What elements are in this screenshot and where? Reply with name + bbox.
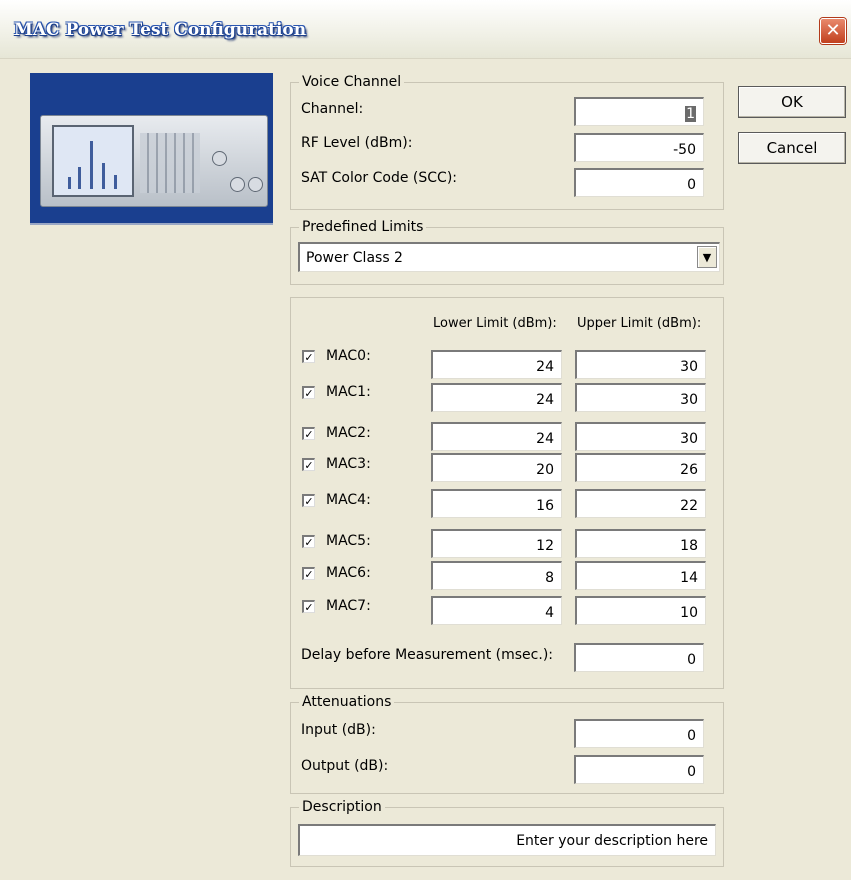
rf-level-input[interactable]: -50 xyxy=(574,133,704,162)
mac7-lower-input[interactable]: 4 xyxy=(431,596,562,625)
input-attenuation-label: Input (dB): xyxy=(301,722,376,738)
mac0-lower-input[interactable]: 24 xyxy=(431,350,562,379)
title-bar: MAC Power Test Configuration ✕ xyxy=(0,0,851,59)
mac2-upper-input[interactable]: 30 xyxy=(575,422,706,451)
mac6-upper-input[interactable]: 14 xyxy=(575,561,706,590)
upper-limit-header: Upper Limit (dBm): xyxy=(577,316,702,331)
predefined-limits-select[interactable]: Power Class 2 ▼ xyxy=(298,242,720,272)
mac1-upper-input[interactable]: 30 xyxy=(575,383,706,412)
check-icon: ✓ xyxy=(304,495,314,508)
mac7-upper-input[interactable]: 10 xyxy=(575,596,706,625)
instrument-screen xyxy=(52,125,134,197)
channel-input[interactable]: 1 xyxy=(574,97,704,126)
mac1-label: MAC1: xyxy=(326,384,371,400)
mac3-lower-input[interactable]: 20 xyxy=(431,453,562,482)
check-icon: ✓ xyxy=(304,536,314,549)
description-input[interactable]: Enter your description here xyxy=(298,824,716,856)
mac0-checkbox[interactable]: ✓ xyxy=(302,350,315,363)
input-attenuation-input[interactable]: 0 xyxy=(574,719,704,748)
check-icon: ✓ xyxy=(304,428,314,441)
voice-channel-legend: Voice Channel xyxy=(299,73,405,91)
ok-button[interactable]: OK xyxy=(738,86,846,118)
mac1-checkbox[interactable]: ✓ xyxy=(302,386,315,399)
mac4-upper-input[interactable]: 22 xyxy=(575,489,706,518)
mac1-lower-input[interactable]: 24 xyxy=(431,383,562,412)
mac7-label: MAC7: xyxy=(326,598,371,614)
predefined-limits-value: Power Class 2 xyxy=(306,250,403,266)
mac6-checkbox[interactable]: ✓ xyxy=(302,567,315,580)
output-attenuation-input[interactable]: 0 xyxy=(574,755,704,784)
check-icon: ✓ xyxy=(304,459,314,472)
instrument-knob xyxy=(212,151,227,166)
check-icon: ✓ xyxy=(304,568,314,581)
check-icon: ✓ xyxy=(304,387,314,400)
mac4-label: MAC4: xyxy=(326,492,371,508)
mac5-upper-input[interactable]: 18 xyxy=(575,529,706,558)
instrument-knob xyxy=(248,177,263,192)
chevron-down-icon[interactable]: ▼ xyxy=(697,246,717,268)
mac2-checkbox[interactable]: ✓ xyxy=(302,427,315,440)
check-icon: ✓ xyxy=(304,601,314,614)
instrument-image xyxy=(30,73,273,225)
channel-label: Channel: xyxy=(301,101,364,117)
delay-label: Delay before Measurement (msec.): xyxy=(301,647,553,663)
check-icon: ✓ xyxy=(304,351,314,364)
ok-button-label: OK xyxy=(781,93,803,111)
close-icon: ✕ xyxy=(825,20,841,41)
mac5-label: MAC5: xyxy=(326,533,371,549)
mac6-label: MAC6: xyxy=(326,565,371,581)
mac6-lower-input[interactable]: 8 xyxy=(431,561,562,590)
mac2-lower-input[interactable]: 24 xyxy=(431,422,562,451)
lower-limit-header: Lower Limit (dBm): xyxy=(433,316,557,331)
mac3-upper-input[interactable]: 26 xyxy=(575,453,706,482)
channel-value: 1 xyxy=(685,106,696,122)
sat-color-code-input[interactable]: 0 xyxy=(574,168,704,197)
mac2-label: MAC2: xyxy=(326,425,371,441)
mac3-checkbox[interactable]: ✓ xyxy=(302,458,315,471)
delay-input[interactable]: 0 xyxy=(574,643,704,672)
mac3-label: MAC3: xyxy=(326,456,371,472)
window-title: MAC Power Test Configuration xyxy=(14,20,307,40)
close-button[interactable]: ✕ xyxy=(820,18,846,44)
predefined-limits-legend: Predefined Limits xyxy=(299,218,427,236)
output-attenuation-label: Output (dB): xyxy=(301,758,389,774)
mac4-lower-input[interactable]: 16 xyxy=(431,489,562,518)
instrument-knob xyxy=(230,177,245,192)
mac5-checkbox[interactable]: ✓ xyxy=(302,535,315,548)
attenuations-legend: Attenuations xyxy=(299,693,395,711)
description-legend: Description xyxy=(299,798,385,816)
mac4-checkbox[interactable]: ✓ xyxy=(302,494,315,507)
instrument-keys xyxy=(140,133,200,193)
rf-level-label: RF Level (dBm): xyxy=(301,135,413,151)
mac0-label: MAC0: xyxy=(326,348,371,364)
mac0-upper-input[interactable]: 30 xyxy=(575,350,706,379)
mac5-lower-input[interactable]: 12 xyxy=(431,529,562,558)
cancel-button-label: Cancel xyxy=(766,139,818,157)
sat-color-code-label: SAT Color Code (SCC): xyxy=(301,170,458,186)
cancel-button[interactable]: Cancel xyxy=(738,132,846,164)
mac7-checkbox[interactable]: ✓ xyxy=(302,600,315,613)
